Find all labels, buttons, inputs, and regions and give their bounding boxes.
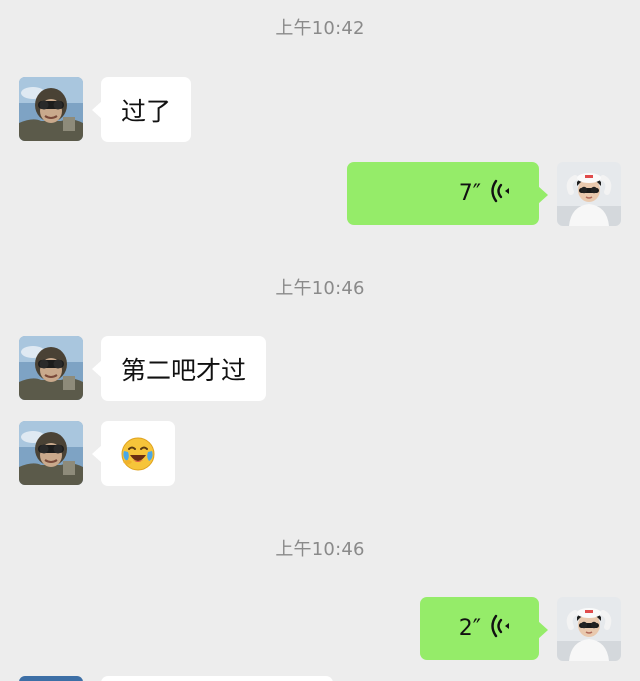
- timestamp: 上午10:42: [275, 18, 365, 39]
- voice-message-bubble[interactable]: 7″: [347, 162, 548, 225]
- contact-avatar[interactable]: [19, 336, 83, 400]
- timestamp: 上午10:46: [275, 278, 365, 299]
- timestamp: 上午10:46: [275, 539, 365, 560]
- message-bubble-incoming[interactable]: 过了: [91, 77, 192, 142]
- contact-avatar[interactable]: [19, 421, 83, 485]
- pilot-avatar-image: [19, 421, 83, 485]
- self-avatar-image: [557, 162, 621, 226]
- message-bubble-incoming[interactable]: 第二吧才过: [91, 336, 267, 401]
- message-bubble-partial[interactable]: [101, 676, 333, 681]
- pilot-avatar-image: [19, 336, 83, 400]
- voice-wave-icon: [491, 614, 511, 644]
- message-text: 过了: [121, 96, 172, 126]
- voice-wave-icon: [491, 179, 511, 209]
- message-bubble-incoming[interactable]: [92, 421, 175, 486]
- voice-duration: 7″: [458, 181, 481, 206]
- voice-duration: 2″: [458, 616, 481, 641]
- chat-window: 上午10:42 过了 7″ 上午10:46 第二吧才过 上午10:46 2″: [0, 0, 640, 681]
- self-avatar[interactable]: [557, 162, 621, 226]
- voice-message-bubble[interactable]: 2″: [420, 597, 548, 660]
- contact-avatar-partial[interactable]: [19, 676, 83, 681]
- message-text: 第二吧才过: [121, 355, 247, 385]
- contact-avatar[interactable]: [19, 77, 83, 141]
- pilot-avatar-image: [19, 77, 83, 141]
- laugh-cry-emoji-icon: [121, 437, 155, 470]
- self-avatar[interactable]: [557, 597, 621, 661]
- self-avatar-image: [557, 597, 621, 661]
